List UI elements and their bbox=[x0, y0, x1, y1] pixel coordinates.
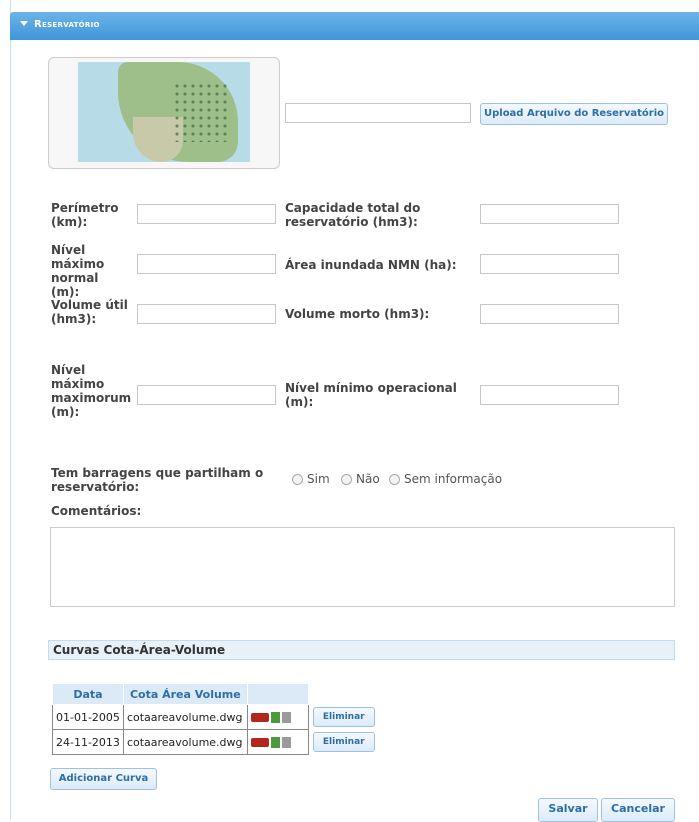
area-inundada-input[interactable] bbox=[480, 254, 619, 274]
nivel-maximo-maximorum-label: Nível máximo maximorum (m): bbox=[51, 363, 132, 419]
nivel-minimo-operacional-label: Nível mínimo operacional (m): bbox=[285, 381, 457, 409]
radio-nao[interactable]: Não bbox=[341, 472, 380, 486]
delete-button[interactable]: Eliminar bbox=[312, 732, 375, 752]
volume-util-label: Volume útil (hm3): bbox=[51, 298, 128, 326]
perimetro-input[interactable] bbox=[137, 204, 276, 224]
table-row: 01-01-2005 cotaareavolume.dwg Eliminar bbox=[52, 704, 378, 730]
volume-util-input[interactable] bbox=[137, 304, 276, 324]
column-header-data[interactable]: Data bbox=[52, 683, 124, 705]
area-inundada-label: Área inundada NMN (ha): bbox=[285, 258, 457, 272]
capacidade-label: Capacidade total do reservatório (hm3): bbox=[285, 201, 421, 229]
table-row: 24-11-2013 cotaareavolume.dwg Eliminar bbox=[52, 729, 378, 755]
nivel-maximo-normal-input[interactable] bbox=[137, 254, 276, 274]
row-date: 24-11-2013 bbox=[52, 729, 124, 755]
upload-reservoir-button[interactable]: Upload Arquivo do Reservatório bbox=[480, 103, 668, 125]
map-thumbnail-frame bbox=[48, 57, 280, 169]
capacidade-input[interactable] bbox=[480, 204, 619, 224]
collapse-arrow-icon[interactable] bbox=[20, 21, 28, 26]
radio-circle-icon[interactable] bbox=[389, 473, 400, 485]
radio-circle-icon[interactable] bbox=[292, 473, 303, 485]
column-header-actions bbox=[246, 683, 309, 705]
excel-icon[interactable] bbox=[270, 736, 280, 748]
barragens-label: Tem barragens que partilham o reservatór… bbox=[51, 466, 264, 494]
curvas-table: Data Cota Área Volume 01-01-2005 cotaare… bbox=[52, 683, 379, 755]
comentarios-label: Comentários: bbox=[51, 504, 142, 518]
upload-file-input[interactable] bbox=[285, 103, 471, 123]
row-file[interactable]: cotaareavolume.dwg bbox=[122, 704, 248, 730]
excel-icon[interactable] bbox=[270, 711, 280, 723]
nivel-maximo-maximorum-input[interactable] bbox=[137, 385, 276, 405]
row-file[interactable]: cotaareavolume.dwg bbox=[122, 729, 248, 755]
curvas-section-header: Curvas Cota-Área-Volume bbox=[48, 640, 675, 660]
nivel-maximo-normal-label: Nível máximo normal (m): bbox=[51, 243, 105, 299]
nivel-minimo-operacional-input[interactable] bbox=[480, 385, 619, 405]
radio-sem-informacao[interactable]: Sem informação bbox=[389, 472, 502, 486]
section-header[interactable]: Reservatório bbox=[10, 12, 699, 40]
radio-sim[interactable]: Sim bbox=[292, 472, 330, 486]
delete-button[interactable]: Eliminar bbox=[312, 707, 375, 728]
view-icon[interactable] bbox=[250, 737, 269, 747]
document-icon[interactable] bbox=[281, 711, 291, 723]
row-date: 01-01-2005 bbox=[52, 704, 124, 730]
add-curve-button[interactable]: Adicionar Curva bbox=[50, 768, 157, 790]
cancel-button[interactable]: Cancelar bbox=[601, 798, 675, 822]
save-button[interactable]: Salvar bbox=[538, 798, 598, 822]
reservoir-map-image bbox=[78, 62, 250, 162]
section-title: Reservatório bbox=[34, 19, 100, 30]
volume-morto-input[interactable] bbox=[480, 304, 619, 324]
document-icon[interactable] bbox=[281, 736, 291, 748]
radio-circle-icon[interactable] bbox=[341, 473, 352, 485]
column-header-cota[interactable]: Cota Área Volume bbox=[122, 683, 248, 705]
perimetro-label: Perímetro (km): bbox=[51, 201, 119, 229]
volume-morto-label: Volume morto (hm3): bbox=[285, 307, 430, 321]
comentarios-textarea[interactable] bbox=[50, 527, 675, 607]
view-icon[interactable] bbox=[250, 712, 269, 722]
